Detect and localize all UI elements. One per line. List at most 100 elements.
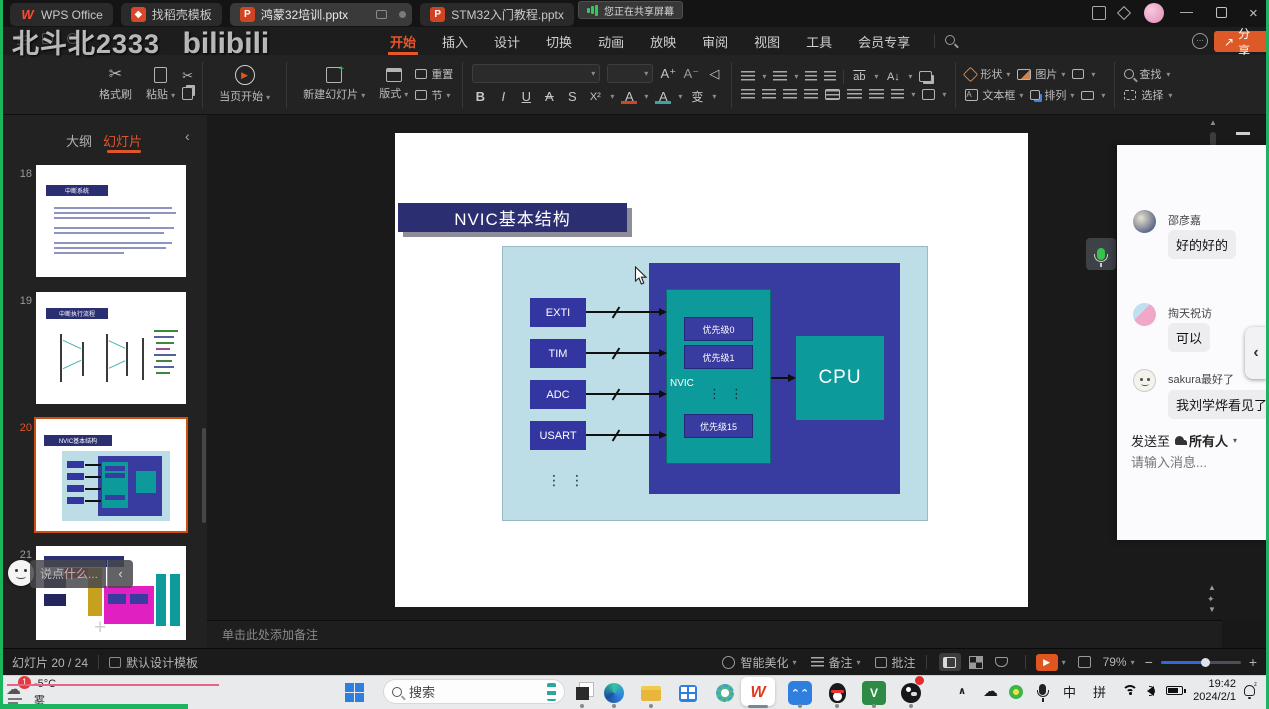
copy-icon[interactable]	[182, 87, 193, 100]
arrange-button[interactable]: 排列 ▾	[1030, 87, 1074, 103]
minimize-window-button[interactable]: —	[1180, 4, 1193, 19]
task-view-icon[interactable]	[570, 681, 594, 705]
mic-status-button[interactable]	[1086, 238, 1116, 270]
decrease-indent-icon[interactable]	[805, 71, 817, 82]
menu-member[interactable]: 会员专享	[856, 27, 912, 55]
reading-view-button[interactable]	[991, 653, 1013, 671]
taskbar-clock[interactable]: 19:42 2024/2/1	[1190, 678, 1236, 704]
tab-unsaved-dot-icon[interactable]	[399, 11, 406, 18]
layout-button[interactable]: 版式 ▾	[372, 68, 415, 101]
design-template-button[interactable]: 默认设计模板	[126, 654, 198, 671]
zoom-slider[interactable]	[1161, 661, 1241, 664]
audience-dropdown-icon[interactable]: ▾	[1233, 436, 1237, 445]
slide-thumbnail-20-selected[interactable]: NVIC基本结构	[36, 419, 186, 531]
ime-language-indicator[interactable]: 中	[1063, 682, 1076, 701]
vertical-text-icon[interactable]: A↓	[885, 71, 901, 83]
volume-icon[interactable]	[1147, 686, 1154, 696]
notes-bar[interactable]: 单击此处添加备注	[207, 620, 1222, 648]
menu-view[interactable]: 视图	[752, 27, 782, 55]
wps-office-icon[interactable]: W	[746, 681, 770, 705]
paragraph-spacing-icon[interactable]	[869, 89, 884, 100]
textbox-button[interactable]: A文本框 ▾	[965, 87, 1023, 103]
tab-wps-home[interactable]: W WPS Office	[10, 3, 113, 26]
start-button[interactable]	[345, 683, 364, 702]
chat-minimize-button[interactable]	[1236, 132, 1250, 135]
section-button[interactable]: 节 ▾	[415, 87, 453, 103]
previous-slide-button[interactable]: ▲	[1208, 583, 1216, 592]
fit-window-icon[interactable]	[1078, 656, 1091, 668]
meeting-app-icon[interactable]: ⌃⌃	[788, 681, 812, 705]
menu-insert[interactable]: 插入	[440, 27, 470, 55]
slide-thumbnail-19[interactable]: 中断执行流程	[36, 292, 186, 404]
settings-gear-icon[interactable]	[713, 681, 737, 705]
slide-thumbnail-18[interactable]: 中断系统	[36, 165, 186, 277]
smart-beautify-button[interactable]: 智能美化	[740, 654, 788, 671]
notification-bell-icon[interactable]: z	[1244, 685, 1255, 696]
menu-search-icon[interactable]	[945, 35, 955, 45]
slide-title-banner[interactable]: NVIC基本结构	[398, 203, 627, 232]
tab-share-screen-icon[interactable]	[376, 10, 387, 19]
add-slide-button[interactable]: +	[94, 616, 106, 640]
zoom-in-button[interactable]: +	[1249, 654, 1257, 670]
menu-tools[interactable]: 工具	[804, 27, 834, 55]
fill-color-icon[interactable]	[1072, 69, 1084, 79]
slide-size-icon[interactable]	[1081, 91, 1094, 100]
collapse-panel-icon[interactable]: ‹	[185, 128, 190, 144]
close-window-button[interactable]: ×	[1249, 5, 1258, 22]
spacing-options-icon[interactable]	[891, 89, 904, 100]
menu-design[interactable]: 设计	[492, 27, 522, 55]
line-spacing-icon[interactable]	[847, 89, 862, 100]
normal-view-button[interactable]	[939, 653, 961, 671]
wifi-icon[interactable]	[1122, 685, 1138, 695]
superscript-button[interactable]: X²	[587, 91, 603, 103]
next-slide-button[interactable]: ▼	[1208, 605, 1216, 614]
play-current-button[interactable]: ▶ 当页开始 ▾	[212, 65, 277, 104]
audience-select[interactable]: 所有人	[1189, 431, 1228, 450]
danmaku-collapse-button[interactable]: ‹	[107, 560, 133, 588]
sidebar-scrollbar[interactable]	[202, 428, 206, 523]
shadow-button[interactable]: S	[564, 89, 580, 104]
align-right-icon[interactable]	[783, 89, 797, 100]
font-size-select[interactable]: ▾	[607, 64, 653, 83]
help-icon[interactable]: ⋯	[1192, 33, 1208, 49]
select-button[interactable]: 选择 ▾	[1124, 87, 1172, 103]
cut-icon[interactable]: ✂︎	[182, 69, 193, 82]
distribute-icon[interactable]	[825, 89, 840, 100]
increase-font-icon[interactable]: A⁺	[660, 66, 676, 82]
clear-format-icon[interactable]: ◁	[706, 66, 722, 82]
tray-expand-icon[interactable]: ∧	[958, 686, 966, 697]
antivirus-icon[interactable]	[1009, 685, 1023, 699]
numbered-list-icon[interactable]	[773, 71, 787, 82]
menu-animation[interactable]: 动画	[596, 27, 626, 55]
taskbar-search-box[interactable]: 搜索	[383, 679, 565, 704]
zoom-level[interactable]: 79%	[1103, 655, 1127, 669]
tab-hongmeng-pptx[interactable]: P 鸿蒙32培训.pptx	[230, 3, 412, 26]
format-painter-button[interactable]: ✂︎ 格式刷	[92, 67, 139, 102]
danmaku-input[interactable]: 说点什么...	[30, 560, 106, 588]
highlight-color-button[interactable]: A	[655, 89, 671, 104]
battery-icon[interactable]	[1166, 686, 1183, 695]
bold-button[interactable]: B	[472, 89, 488, 104]
chat-message-input[interactable]	[1131, 455, 1256, 470]
align-center-icon[interactable]	[762, 89, 776, 100]
file-explorer-icon[interactable]	[639, 681, 663, 705]
font-color-button[interactable]: A	[621, 89, 637, 104]
slideshow-play-button[interactable]: ▶	[1036, 654, 1058, 671]
outline-tab[interactable]: 大纲	[66, 131, 92, 150]
decrease-font-icon[interactable]: A⁻	[683, 66, 699, 82]
hamburger-menu-icon[interactable]: ☰	[16, 33, 28, 49]
switch-window-icon[interactable]	[1092, 6, 1106, 20]
menu-slideshow[interactable]: 放映	[648, 27, 678, 55]
italic-button[interactable]: I	[495, 89, 511, 104]
tab-docer[interactable]: ◆ 找稻壳模板	[121, 3, 222, 26]
microsoft-store-icon[interactable]	[676, 681, 700, 705]
reset-button[interactable]: 重置	[415, 66, 453, 82]
new-slide-button[interactable]: + 新建幻灯片 ▾	[296, 67, 372, 102]
tab-stm32-pptx[interactable]: P STM32入门教程.pptx	[420, 3, 574, 26]
save-icon[interactable]	[42, 33, 53, 44]
notes-toggle-button[interactable]: 备注	[829, 654, 853, 671]
slide-canvas[interactable]: NVIC基本结构 优先级0 优先级1 ⋮⋮ 优先级15 NVIC CPU EXT…	[395, 133, 1028, 607]
slide-editor-area[interactable]: NVIC基本结构 优先级0 优先级1 ⋮⋮ 优先级15 NVIC CPU EXT…	[207, 115, 1269, 620]
menu-transition[interactable]: 切换	[544, 27, 574, 55]
scrollbar-up-icon[interactable]: ▲	[1209, 118, 1217, 127]
